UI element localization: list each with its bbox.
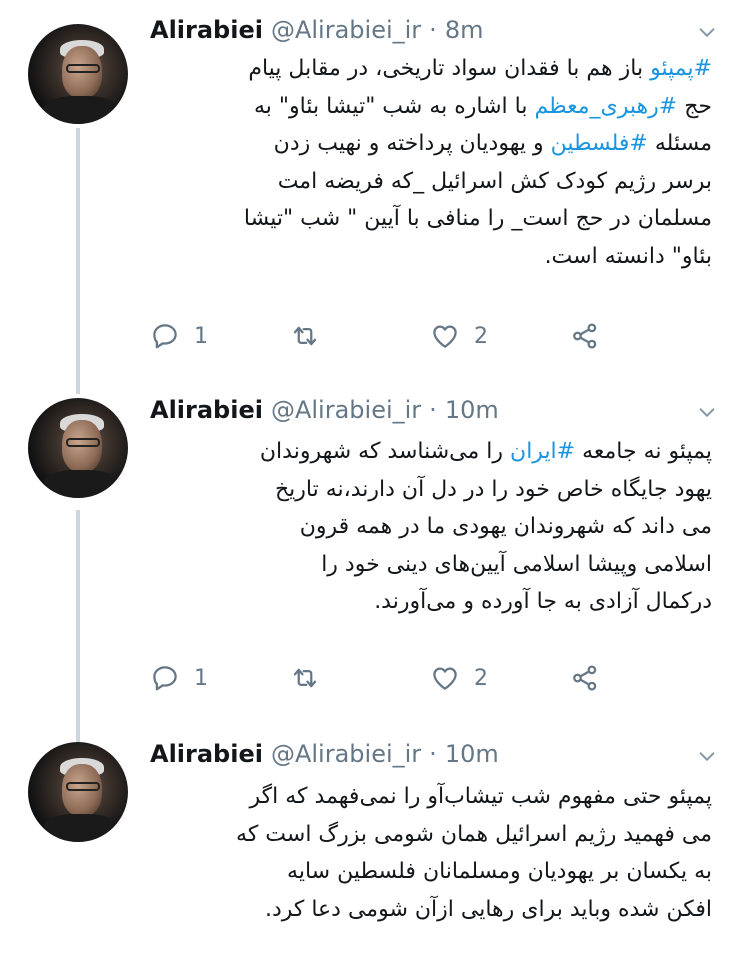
text-segment: حج <box>677 93 712 119</box>
reply-icon <box>153 324 177 349</box>
reply-button[interactable]: 1 <box>150 321 290 351</box>
tweet-header: Alirabiei @Alirabiei_ir · 10m <box>150 396 499 428</box>
heart-icon <box>433 667 457 690</box>
separator: · <box>429 396 437 424</box>
author-name[interactable]: Alirabiei <box>150 740 263 768</box>
text-segment: افکن شده وباید برای رهایی ازآن شومی دعا … <box>264 896 712 922</box>
timestamp[interactable]: 8m <box>445 16 484 44</box>
timestamp[interactable]: 10m <box>445 740 499 768</box>
tweet[interactable]: Alirabiei @Alirabiei_ir · 10m پمپئو حتی … <box>0 740 740 954</box>
tweet-text-line: یهود جایگاه خاص خود را در دل آن دارند،نه… <box>152 471 712 509</box>
text-segment: می داند که شهروندان یهودی ما در همه قرون <box>299 514 712 539</box>
tweet-text-line: به یکسان بر یهودیان ومسلمانان فلسطین سای… <box>152 853 712 891</box>
tweet-text-line: مسئله #فلسطین و یهودیان پرداخته و نهیب ز… <box>152 125 712 163</box>
text-segment: با اشاره به شب "تیشا بئاو" به <box>253 93 535 119</box>
tweet[interactable]: Alirabiei @Alirabiei_ir · 10m پمپئو نه ج… <box>0 380 740 740</box>
chevron-down-icon[interactable] <box>696 746 718 768</box>
hashtag-link[interactable]: #ایران <box>510 439 575 464</box>
tweet[interactable]: Alirabiei @Alirabiei_ir · 8m #پمپئو باز … <box>0 0 740 380</box>
text-segment: اسلامی وپیشا اسلامی آیین‌های دینی خود را <box>321 551 712 577</box>
tweet-text-line: می فهمید رژیم اسرائیل همان شومی بزرگ است… <box>152 816 712 854</box>
tweet-text-line: برسر رژیم کودک کش اسرائیل _که فریضه امت <box>152 163 712 201</box>
author-name[interactable]: Alirabiei <box>150 16 263 44</box>
reply-icon <box>153 666 177 691</box>
like-button[interactable]: 2 <box>430 663 570 693</box>
text-segment: می فهمید رژیم اسرائیل همان شومی بزرگ است… <box>236 821 712 847</box>
heart-icon <box>433 325 457 348</box>
tweet-actions: 1 2 <box>150 316 620 356</box>
text-segment: درکمال آزادی به جا آورده و می‌آورند. <box>374 589 712 614</box>
like-count: 2 <box>474 665 488 691</box>
text-segment: بئاو" دانسته است. <box>544 243 712 269</box>
tweet-actions: 1 2 <box>150 658 620 698</box>
tweet-text: #پمپئو باز هم با فقدان سواد تاریخی، در م… <box>152 50 712 275</box>
retweet-button[interactable] <box>290 321 430 351</box>
retweet-icon <box>293 668 317 688</box>
text-segment: مسلمان در حج است_ را منافی با آیین " شب … <box>243 206 712 231</box>
author-handle[interactable]: @Alirabiei_ir <box>271 740 421 768</box>
text-segment: باز هم با فقدان سواد تاریخی، در مقابل پی… <box>248 56 651 81</box>
tweet-text: پمپئو نه جامعه #ایران را می‌شناسد که شهر… <box>152 433 712 621</box>
share-button[interactable] <box>570 321 600 351</box>
avatar[interactable] <box>28 24 128 124</box>
tweet-text-line: می داند که شهروندان یهودی ما در همه قرون <box>152 508 712 546</box>
text-segment: پمپئو نه جامعه <box>575 439 712 464</box>
share-icon <box>573 665 597 691</box>
tweet-text-line: بئاو" دانسته است. <box>152 238 712 276</box>
text-segment: و یهودیان پرداخته و نهیب زدن <box>273 131 551 156</box>
like-button[interactable]: 2 <box>430 321 570 351</box>
reply-button[interactable]: 1 <box>150 663 290 693</box>
tweet-text-line: مسلمان در حج است_ را منافی با آیین " شب … <box>152 200 712 238</box>
tweet-text-line: درکمال آزادی به جا آورده و می‌آورند. <box>152 583 712 621</box>
tweet-text: پمپئو حتی مفهوم شب تیشاب‌آو را نمی‌فهمد … <box>152 778 712 928</box>
tweet-text-line: #پمپئو باز هم با فقدان سواد تاریخی، در م… <box>152 50 712 88</box>
retweet-icon <box>293 326 317 346</box>
share-icon <box>573 323 597 349</box>
text-segment: را می‌شناسد که شهروندان <box>259 439 511 464</box>
tweet-text-line: اسلامی وپیشا اسلامی آیین‌های دینی خود را <box>152 546 712 584</box>
tweet-text-line: پمپئو حتی مفهوم شب تیشاب‌آو را نمی‌فهمد … <box>152 778 712 816</box>
author-handle[interactable]: @Alirabiei_ir <box>271 396 421 424</box>
chevron-down-icon[interactable] <box>696 22 718 44</box>
tweet-header: Alirabiei @Alirabiei_ir · 8m <box>150 16 483 48</box>
tweet-text-line: افکن شده وباید برای رهایی ازآن شومی دعا … <box>152 891 712 929</box>
avatar[interactable] <box>28 742 128 842</box>
separator: · <box>429 740 437 768</box>
avatar[interactable] <box>28 398 128 498</box>
retweet-button[interactable] <box>290 663 430 693</box>
hashtag-link[interactable]: #فلسطین <box>551 131 648 156</box>
tweet-header: Alirabiei @Alirabiei_ir · 10m <box>150 740 499 772</box>
text-segment: برسر رژیم کودک کش اسرائیل _که فریضه امت <box>277 168 712 194</box>
like-count: 2 <box>474 323 488 349</box>
author-name[interactable]: Alirabiei <box>150 396 263 424</box>
hashtag-link[interactable]: #رهبری_معظم <box>534 94 677 119</box>
text-segment: به یکسان بر یهودیان ومسلمانان فلسطین سای… <box>287 859 712 884</box>
hashtag-link[interactable]: #پمپئو <box>650 56 712 81</box>
text-segment: مسئله <box>647 131 712 156</box>
share-button[interactable] <box>570 663 600 693</box>
text-segment: پمپئو حتی مفهوم شب تیشاب‌آو را نمی‌فهمد … <box>249 784 712 809</box>
chevron-down-icon[interactable] <box>696 402 718 424</box>
reply-count: 1 <box>194 665 208 691</box>
separator: · <box>429 16 437 44</box>
reply-count: 1 <box>194 323 208 349</box>
author-handle[interactable]: @Alirabiei_ir <box>271 16 421 44</box>
text-segment: یهود جایگاه خاص خود را در دل آن دارند،نه… <box>274 476 712 502</box>
tweet-text-line: حج #رهبری_معظم با اشاره به شب "تیشا بئاو… <box>152 88 712 126</box>
tweet-text-line: پمپئو نه جامعه #ایران را می‌شناسد که شهر… <box>152 433 712 471</box>
timestamp[interactable]: 10m <box>445 396 499 424</box>
